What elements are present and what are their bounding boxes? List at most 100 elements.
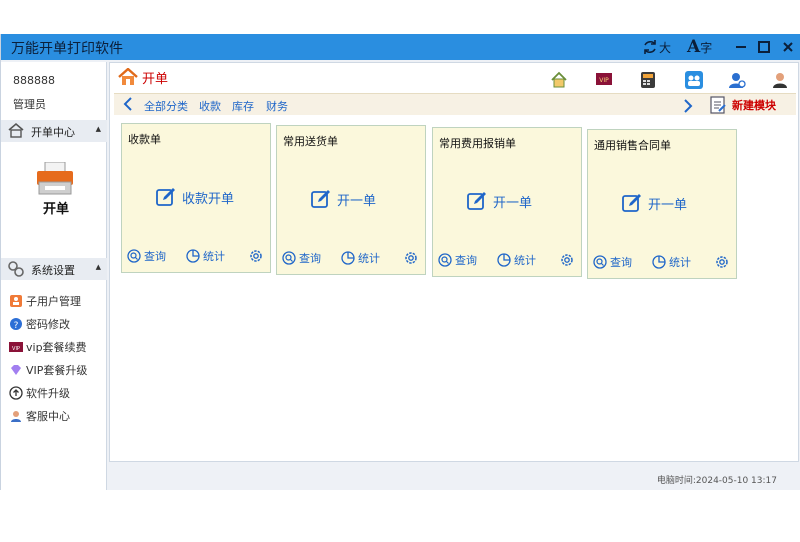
section-order-center[interactable]: 开单中心 ▲ <box>1 120 107 142</box>
svg-text:?: ? <box>14 321 19 331</box>
card-query-button[interactable]: 查询 <box>282 250 321 266</box>
new-module-label: 新建模块 <box>732 99 776 112</box>
card-settings-button[interactable] <box>714 254 730 270</box>
section-system-settings-label: 系统设置 <box>31 264 75 277</box>
maximize-icon <box>758 41 770 53</box>
gear-icon <box>561 254 573 266</box>
font-large-label: 大 <box>659 40 672 55</box>
category-inventory[interactable]: 库存 <box>232 98 254 114</box>
category-all[interactable]: 全部分类 <box>144 98 188 114</box>
font-a-icon: A <box>687 37 701 57</box>
card-stats-button[interactable]: 统计 <box>652 254 691 270</box>
svg-text:VIP: VIP <box>599 77 609 84</box>
printer-icon <box>37 161 73 195</box>
avatar-button[interactable] <box>772 71 788 91</box>
card-open-label: 开一单 <box>648 197 688 213</box>
sidebar-item-sub-users[interactable]: 子用户管理 <box>9 292 81 310</box>
module-card-title: 常用费用报销单 <box>439 137 516 150</box>
sidebar-item-vip-upgrade[interactable]: VIP套餐升级 <box>9 361 87 379</box>
card-stats-button[interactable]: 统计 <box>341 250 380 266</box>
category-receipts[interactable]: 收款 <box>199 98 221 114</box>
card-query-label: 查询 <box>455 254 477 267</box>
home-button[interactable] <box>550 71 568 91</box>
new-module-button[interactable]: 新建模块 <box>710 96 776 114</box>
module-card-title: 通用销售合同单 <box>594 139 671 152</box>
card-open-button[interactable]: 开一单 <box>622 192 687 214</box>
status-bar: 电脑时间:2024-05-10 13:17 <box>109 468 799 490</box>
computer-time: 电脑时间:2024-05-10 13:17 <box>656 476 777 486</box>
title-bar: 万能开单打印软件 大 A 字 <box>1 34 800 60</box>
chevron-right-icon <box>684 99 693 113</box>
card-stats-label: 统计 <box>358 252 380 265</box>
card-query-button[interactable]: 查询 <box>127 248 166 264</box>
minimize-button[interactable] <box>735 37 747 57</box>
user-id: 888888 <box>13 74 55 87</box>
category-finance[interactable]: 财务 <box>266 98 288 114</box>
search-icon <box>438 253 452 267</box>
calculator-button[interactable] <box>640 71 656 91</box>
close-button[interactable] <box>782 37 794 57</box>
card-stats-button[interactable]: 统计 <box>186 248 225 264</box>
page-title-text: 开单 <box>142 71 169 87</box>
card-open-button[interactable]: 开一单 <box>311 188 376 210</box>
category-next-button[interactable] <box>682 98 696 114</box>
open-order-button[interactable]: 开单 <box>35 161 75 222</box>
pie-chart-icon <box>652 255 666 269</box>
user-role: 管理员 <box>13 98 46 111</box>
card-stats-button[interactable]: 统计 <box>497 252 536 268</box>
card-stats-label: 统计 <box>669 256 691 269</box>
gear-icon <box>250 250 262 262</box>
edit-icon <box>311 190 330 208</box>
sidebar-item-software-upgrade[interactable]: 软件升级 <box>9 384 70 402</box>
open-order-label: 开单 <box>42 202 69 217</box>
section-system-settings[interactable]: 系统设置 ▲ <box>1 258 107 280</box>
card-settings-button[interactable] <box>248 248 264 264</box>
sub-user-icon <box>9 294 23 308</box>
sidebar-item-label: 客服中心 <box>26 410 70 423</box>
category-bar: 全部分类 收款 库存 财务 新建模块 <box>114 93 796 115</box>
module-card-title: 收款单 <box>128 133 161 146</box>
customer-service-icon <box>9 409 23 423</box>
card-stats-label: 统计 <box>514 254 536 267</box>
close-icon <box>783 42 793 52</box>
sidebar-item-password[interactable]: ? 密码修改 <box>9 315 70 333</box>
refresh-icon <box>644 40 656 54</box>
new-document-icon <box>710 96 726 114</box>
home-orange-icon <box>118 68 138 85</box>
sidebar: 888888 管理员 开单中心 ▲ 开单 系统设置 ▲ 子用户管理 ? 密码修改… <box>1 62 107 490</box>
sidebar-item-label: VIP套餐升级 <box>26 364 88 377</box>
edit-icon <box>467 192 486 210</box>
sidebar-item-vip-renew[interactable]: VIP vip套餐续费 <box>9 338 87 356</box>
maximize-button[interactable] <box>757 37 771 57</box>
minimize-icon <box>736 46 746 48</box>
card-settings-button[interactable] <box>403 250 419 266</box>
group-button[interactable] <box>685 71 703 91</box>
user-settings-icon <box>729 73 746 88</box>
upgrade-icon <box>9 386 23 400</box>
pie-chart-icon <box>186 249 200 263</box>
user-settings-button[interactable] <box>728 71 746 91</box>
pie-chart-icon <box>341 251 355 265</box>
pie-chart-icon <box>497 253 511 267</box>
module-card-delivery: 常用送货单 开一单 查询 统计 <box>276 125 426 275</box>
question-icon: ? <box>9 317 23 331</box>
svg-text:VIP: VIP <box>12 346 20 352</box>
chevron-up-icon: ▲ <box>95 125 101 133</box>
font-size-button[interactable]: A 字 <box>687 37 712 57</box>
card-query-button[interactable]: 查询 <box>593 254 632 270</box>
category-prev-button[interactable] <box>122 96 136 112</box>
card-settings-button[interactable] <box>559 252 575 268</box>
search-icon <box>282 251 296 265</box>
font-large-button[interactable]: 大 <box>641 37 671 57</box>
sidebar-item-customer-service[interactable]: 客服中心 <box>9 407 70 425</box>
module-card-receipt: 收款单 收款开单 查询 统计 <box>121 123 271 273</box>
screen: 万能开单打印软件 大 A 字 888888 管理员 开单中心 ▲ 开单 系统设置… <box>0 0 800 542</box>
card-query-button[interactable]: 查询 <box>438 252 477 268</box>
card-stats-label: 统计 <box>203 250 225 263</box>
module-card-title: 常用送货单 <box>283 135 338 148</box>
card-open-button[interactable]: 收款开单 <box>156 186 234 208</box>
module-card-expense: 常用费用报销单 开一单 查询 统计 <box>432 127 582 277</box>
card-open-button[interactable]: 开一单 <box>467 190 532 212</box>
gear-icon <box>716 256 728 268</box>
vip-button[interactable]: VIP <box>596 71 612 91</box>
